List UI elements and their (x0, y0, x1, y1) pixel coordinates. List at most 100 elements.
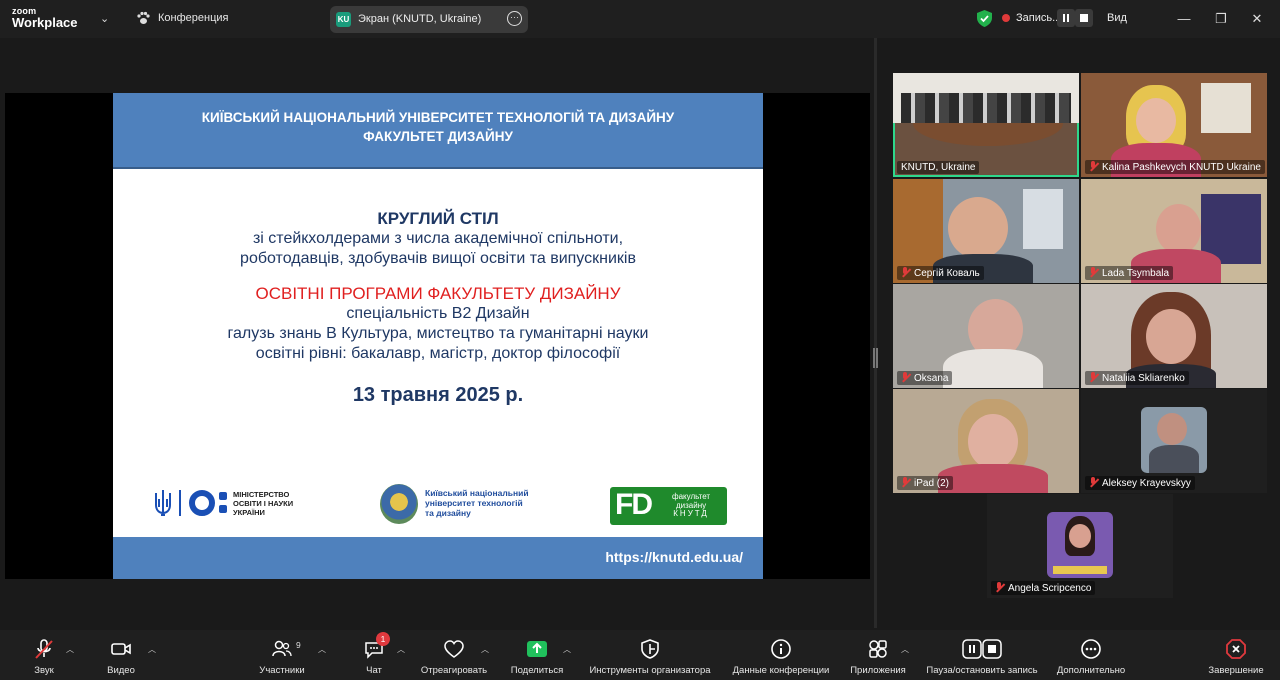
slide-title: КРУГЛИЙ СТІЛ (377, 209, 499, 228)
presentation-slide: КИЇВСЬКИЙ НАЦІОНАЛЬНИЙ УНІВЕРСИТЕТ ТЕХНО… (113, 93, 763, 579)
share-screen-button[interactable]: Поделиться (506, 632, 568, 678)
participant-name: KNUTD, Ukraine (897, 161, 980, 174)
chat-unread-badge: 1 (376, 632, 390, 646)
ministry-line: МІНІСТЕРСТВО (233, 490, 290, 499)
participants-button[interactable]: Участники (252, 632, 312, 678)
record-controls-button[interactable]: Пауза/остановить запись (920, 632, 1044, 678)
mic-muted-icon (901, 477, 910, 487)
panel-divider[interactable] (874, 38, 877, 628)
record-label: Пауза/остановить запись (926, 665, 1038, 676)
slide-line: роботодавців, здобувачів вищої освіти та… (240, 250, 636, 267)
stop-recording-button[interactable] (1075, 9, 1093, 27)
apps-icon (869, 640, 887, 658)
meeting-title: Конференция (158, 12, 229, 24)
pause-recording-button[interactable] (1057, 9, 1075, 27)
chevron-down-icon[interactable]: ⌄ (100, 12, 109, 25)
ministry-line: УКРАЇНИ (233, 508, 265, 517)
host-tools-button[interactable]: Инструменты организатора (583, 632, 717, 678)
fd-mark: FD (615, 488, 653, 521)
video-tile[interactable]: iPad (2) (893, 389, 1079, 493)
apps-button[interactable]: Приложения (845, 632, 911, 678)
minimize-icon[interactable]: — (1174, 9, 1194, 29)
title-bar: zoom Workplace ⌄ Конференция KU Экран (K… (0, 0, 1280, 38)
knutd-line: та дизайну (425, 508, 471, 518)
more-icon[interactable]: ··· (507, 11, 522, 26)
slide-line: спеціальність В2 Дизайн (346, 305, 530, 322)
more-button[interactable]: Дополнительно (1050, 632, 1132, 678)
zoom-workplace-logo[interactable]: zoom Workplace (12, 6, 78, 30)
participant-name: Nataliia Skliarenko (1085, 371, 1189, 385)
meeting-info-label: Данные конференции (732, 665, 830, 676)
faculty-name: ФАКУЛЬТЕТ ДИЗАЙНУ (363, 129, 513, 144)
end-meeting-button[interactable]: Завершение (1204, 632, 1268, 678)
meeting-controls: Звук ︿ Видео ︿ Участники 9 ︿ Чат 1 ︿ Отр… (0, 630, 1280, 680)
video-tile[interactable]: KNUTD, Ukraine (893, 73, 1079, 177)
apps-options-caret-icon[interactable]: ︿ (901, 644, 909, 655)
participant-name: Aleksey Krayevskyy (1085, 476, 1195, 490)
recording-dot-icon (1002, 14, 1010, 22)
knutd-line: Київський національний (425, 488, 529, 498)
university-name: КИЇВСЬКИЙ НАЦІОНАЛЬНИЙ УНІВЕРСИТЕТ ТЕХНО… (201, 110, 675, 125)
video-tile[interactable]: Kalina Pashkevych KNUTD Ukraine (1081, 73, 1267, 177)
video-tile[interactable]: Сергій Коваль (893, 179, 1079, 283)
participant-name: Oksana (897, 371, 953, 385)
slide-line: освітні рівні: бакалавр, магістр, доктор… (255, 345, 621, 362)
participant-name: Kalina Pashkevych KNUTD Ukraine (1085, 160, 1265, 174)
participants-label: Участники (259, 665, 305, 676)
video-tile[interactable]: Angela Scripcenco (987, 494, 1173, 598)
close-icon[interactable]: ✕ (1247, 9, 1267, 29)
resize-handle-icon[interactable] (873, 348, 878, 368)
trident-icon (155, 490, 171, 516)
video-tile[interactable]: Lada Tsymbala (1081, 179, 1267, 283)
restore-icon[interactable]: ❐ (1211, 9, 1231, 29)
view-menu[interactable]: Вид (1107, 12, 1127, 24)
host-tools-label: Инструменты организатора (589, 665, 711, 676)
slide-line: зі стейкхолдерами з числа академічної сп… (252, 230, 624, 247)
audio-label: Звук (34, 665, 54, 676)
video-camera-icon (111, 643, 131, 655)
meeting-info-button[interactable]: Данные конференции (727, 632, 835, 678)
react-button[interactable]: Отреагировать (416, 632, 492, 678)
slide-body: КРУГЛИЙ СТІЛ зі стейкхолдерами з числа а… (113, 209, 763, 407)
video-button[interactable]: Видео (98, 632, 144, 678)
heart-icon (444, 640, 464, 658)
more-icon (1081, 639, 1101, 659)
ministry-line: ОСВІТИ І НАУКИ (233, 499, 294, 508)
video-label: Видео (107, 665, 135, 676)
chat-options-caret-icon[interactable]: ︿ (397, 644, 405, 655)
audio-options-caret-icon[interactable]: ︿ (66, 644, 74, 655)
participant-name: Сергій Коваль (897, 266, 984, 280)
pause-stop-recording-icon (962, 639, 1002, 659)
slide-date: 13 травня 2025 р. (352, 384, 524, 406)
video-options-caret-icon[interactable]: ︿ (148, 644, 156, 655)
info-icon (771, 639, 791, 659)
audio-button[interactable]: Звук (22, 632, 66, 678)
slide-footer: https://knutd.edu.ua/ (113, 537, 763, 579)
faculty-design-logo: FD факультет дизайну КНУТД (610, 487, 727, 525)
screen-share-indicator[interactable]: KU Экран (KNUTD, Ukraine) ··· (330, 6, 528, 33)
apps-label: Приложения (850, 665, 906, 676)
mic-muted-icon (1089, 477, 1098, 487)
shield-icon (641, 639, 659, 659)
participant-name: Lada Tsymbala (1085, 266, 1174, 280)
video-tile[interactable]: Oksana (893, 284, 1079, 388)
video-tile[interactable]: Nataliia Skliarenko (1081, 284, 1267, 388)
share-screen-icon (527, 641, 547, 657)
video-tile[interactable]: Aleksey Krayevskyy (1081, 389, 1267, 493)
share-label: Поделиться (510, 665, 564, 676)
slide-red-title: ОСВІТНІ ПРОГРАМИ ФАКУЛЬТЕТУ ДИЗАЙНУ (255, 284, 621, 303)
react-options-caret-icon[interactable]: ︿ (481, 644, 489, 655)
mic-muted-icon (1089, 372, 1098, 382)
knutd-logo: Київський національний університет техно… (380, 484, 560, 526)
mic-muted-icon (35, 639, 53, 659)
logo-line2: Workplace (12, 15, 78, 30)
encryption-shield-icon[interactable] (977, 10, 992, 27)
ministry-logo: МІНІСТЕРСТВО ОСВІТИ І НАУКИ УКРАЇНИ (153, 487, 333, 523)
mic-muted-icon (995, 582, 1004, 592)
participant-name: iPad (2) (897, 476, 954, 490)
participants-options-caret-icon[interactable]: ︿ (318, 644, 326, 655)
zoom-window: zoom Workplace ⌄ Конференция KU Экран (K… (0, 0, 1280, 680)
fd-line: КНУТД (673, 509, 709, 518)
share-options-caret-icon[interactable]: ︿ (563, 644, 571, 655)
recording-label: Запись... (1016, 12, 1062, 24)
